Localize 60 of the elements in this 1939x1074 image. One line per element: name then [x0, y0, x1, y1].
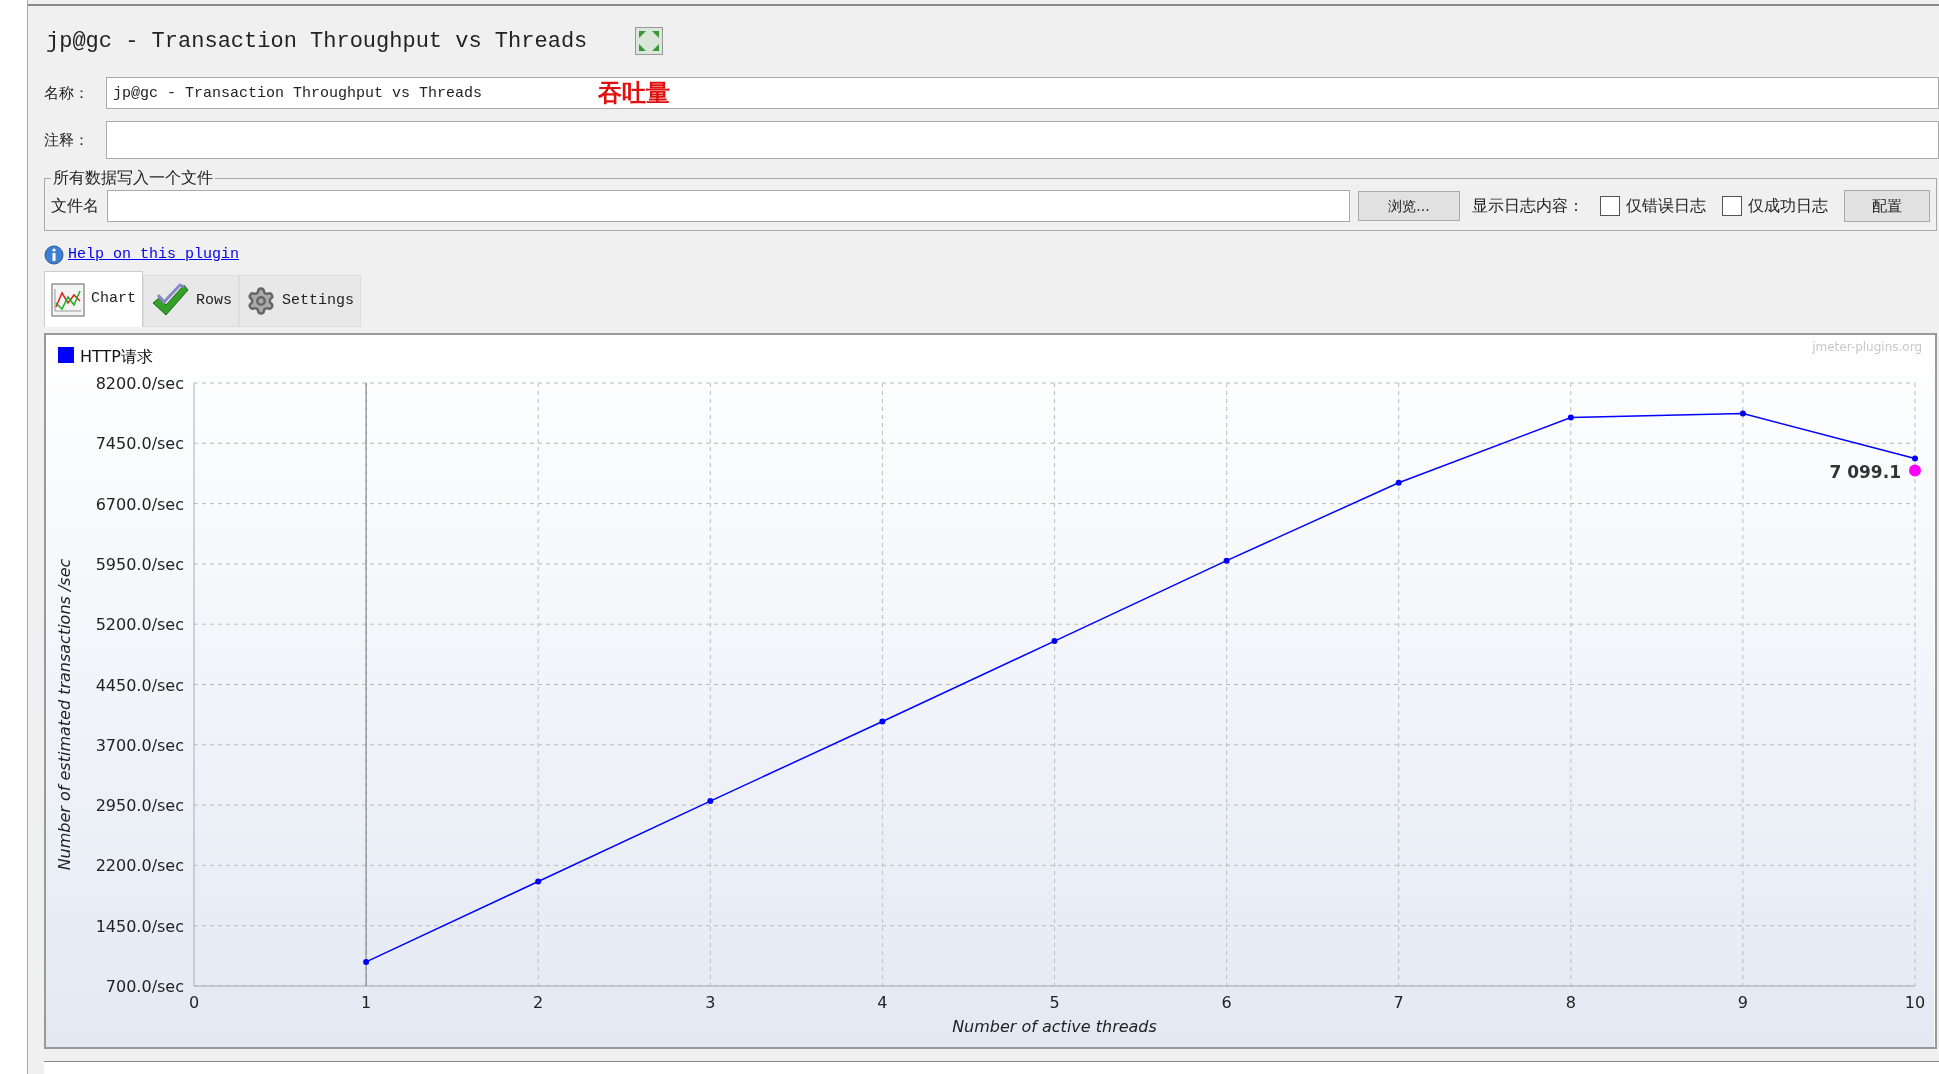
- cursor-dot: [1909, 464, 1921, 477]
- tab[interactable]: Chart: [44, 271, 143, 327]
- data-point: [1395, 479, 1402, 486]
- filename-label: 文件名: [51, 195, 99, 217]
- data-point: [879, 718, 886, 725]
- data-point: [1567, 414, 1574, 421]
- x-tick-label: 9: [1737, 993, 1748, 1012]
- group-title: 所有数据写入一个文件: [52, 167, 214, 189]
- y-tick-label: 5200.0/sec: [95, 615, 184, 635]
- y-tick-label: 2200.0/sec: [95, 856, 184, 876]
- x-tick-label: 2: [533, 993, 544, 1012]
- gear-icon: [246, 286, 277, 316]
- window-title: jp@gc - Transaction Throughput vs Threads: [46, 27, 588, 56]
- checkbox-label: 仅错误日志: [1626, 195, 1706, 217]
- value-label: 7 099.1: [1829, 461, 1901, 482]
- data-point: [363, 958, 370, 965]
- data-point: [535, 878, 542, 885]
- data-point: [1912, 455, 1918, 462]
- x-axis-title: Number of active threads: [952, 1017, 1157, 1036]
- y-tick-label: 1450.0/sec: [95, 916, 184, 936]
- y-tick-label: 700.0/sec: [105, 977, 184, 996]
- y-tick-label: 5950.0/sec: [95, 554, 184, 574]
- x-tick-label: 5: [1049, 993, 1060, 1012]
- log-label: 显示日志内容：: [1472, 195, 1584, 217]
- config-button[interactable]: 配置: [1844, 190, 1930, 222]
- comment-label: 注释：: [44, 129, 90, 151]
- data-point: [1051, 638, 1058, 645]
- y-tick-label: 2950.0/sec: [95, 796, 184, 816]
- tab[interactable]: Settings: [239, 275, 362, 327]
- x-tick-label: 8: [1565, 993, 1576, 1012]
- x-tick-label: 4: [877, 993, 888, 1012]
- x-tick-label: 7: [1393, 993, 1404, 1012]
- y-tick-label: 4450.0/sec: [95, 675, 184, 695]
- y-tick-label: 8200.0/sec: [95, 374, 184, 393]
- help-link[interactable]: Help on this plugin: [68, 243, 240, 267]
- annotation-text: 吞吐量: [598, 78, 670, 109]
- data-point: [1223, 557, 1230, 564]
- browse-button[interactable]: 浏览...: [1358, 191, 1460, 221]
- name-label: 名称：: [44, 82, 90, 104]
- info-icon: [44, 245, 64, 265]
- x-tick-label: 10: [1904, 993, 1926, 1012]
- x-tick-label: 0: [188, 993, 200, 1012]
- data-point: [1739, 410, 1746, 417]
- y-axis-title: Number of estimated transactions /sec: [55, 558, 74, 871]
- checkbox[interactable]: [1600, 196, 1620, 216]
- legend-label: HTTP请求: [80, 347, 153, 366]
- y-tick-label: 7450.0/sec: [95, 434, 184, 454]
- x-tick-label: 6: [1221, 993, 1232, 1012]
- line-chart-icon: [51, 282, 85, 317]
- x-tick-label: 1: [361, 993, 372, 1012]
- y-tick-label: 6700.0/sec: [95, 494, 184, 514]
- checkbox[interactable]: [1722, 196, 1742, 216]
- filename-field[interactable]: [107, 190, 1350, 222]
- x-tick-label: 3: [705, 993, 716, 1012]
- tab[interactable]: Rows: [143, 275, 240, 327]
- checkbox-label: 仅成功日志: [1748, 195, 1828, 217]
- comment-field[interactable]: [106, 121, 1939, 159]
- data-point: [707, 798, 714, 805]
- expand-icon: [635, 27, 664, 55]
- y-tick-label: 3700.0/sec: [95, 735, 184, 755]
